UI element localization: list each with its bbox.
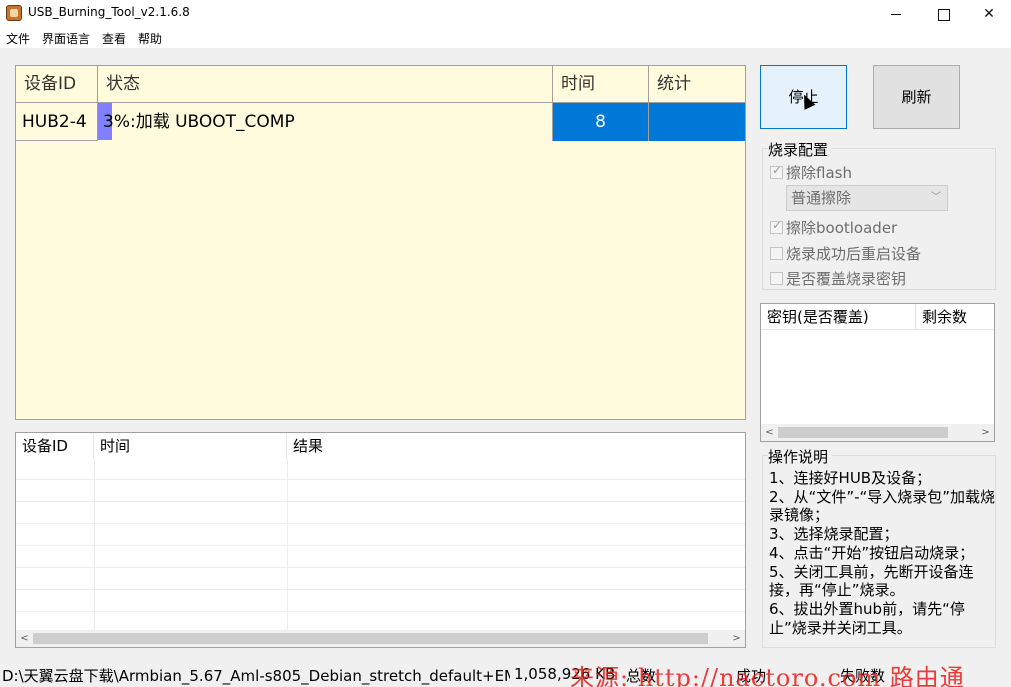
scroll-right-icon[interactable]: > [977,424,994,441]
col-time[interactable]: 时间 [553,66,649,103]
grid-line [16,501,745,502]
status-cell: 3%:加载 UBOOT_COMP [98,103,553,141]
watermark: 来源: http://nactoro.com 路由通 [570,664,965,687]
burn-config-title: 烧录配置 [768,139,833,160]
grid-line [16,589,745,590]
scroll-thumb[interactable] [33,633,708,644]
refresh-button[interactable]: 刷新 [873,65,960,129]
stop-button[interactable]: 停止 [760,65,847,129]
grid-header: 设备ID 状态 时间 统计 [16,66,745,103]
chevron-down-icon: ﹀ [931,192,941,203]
erase-bootloader-label: 擦除bootloader [786,219,898,237]
device-id-cell: HUB2-4 [16,103,98,141]
checkbox-icon [770,218,783,234]
checkbox-icon [770,163,783,179]
instruction-line: 3、选择烧录配置； [769,525,899,544]
scroll-left-icon[interactable]: < [16,630,33,647]
table-row[interactable]: HUB2-4 3%:加载 UBOOT_COMP 8 [16,103,745,141]
grid-line [16,479,745,480]
instruction-line: 5、关闭工具前，先断开设备连接，再“停止”烧录。 [769,562,974,600]
reboot-after-checkbox[interactable]: 烧录成功后重启设备 [770,243,921,264]
reboot-after-label: 烧录成功后重启设备 [786,245,922,263]
device-status-grid[interactable]: 设备ID 状态 时间 统计 HUB2-4 3%:加载 UBOOT_COMP 8 [15,65,746,420]
menu-bar: 文件 界面语言 查看 帮助 [0,28,1011,48]
minimize-button[interactable] [873,0,919,28]
app-icon [6,5,22,21]
overwrite-key-label: 是否覆盖烧录密钥 [786,270,907,288]
col-key[interactable]: 密钥(是否覆盖) [761,304,916,330]
close-button[interactable]: ✕ [966,0,1011,28]
stat-cell [649,103,745,141]
time-cell: 8 [553,103,649,141]
instructions-title: 操作说明 [768,446,833,467]
results-grid[interactable]: 设备ID 时间 结果 < > [15,432,746,648]
key-list[interactable]: 密钥(是否覆盖) 剩余数 < > [760,303,995,442]
menu-language[interactable]: 界面语言 [42,30,90,47]
col-remaining[interactable]: 剩余数 [916,304,994,330]
menu-help[interactable]: 帮助 [138,30,162,47]
title-bar: USB_Burning_Tool_v2.1.6.8 ✕ [0,0,1011,28]
col-result-device-id[interactable]: 设备ID [16,433,94,459]
grid-line [16,523,745,524]
horizontal-scrollbar[interactable]: < > [16,630,745,647]
grid-line [16,567,745,568]
grid-line [16,545,745,546]
col-result-time[interactable]: 时间 [94,433,287,459]
col-status[interactable]: 状态 [98,66,553,103]
status-text: 3%:加载 UBOOT_COMP [103,112,295,132]
instruction-line: 2、从“文件”-“导入烧录包”加载烧录镜像； [769,487,996,525]
app-window: USB_Burning_Tool_v2.1.6.8 ✕ 文件 界面语言 查看 帮… [0,0,1011,687]
menu-view[interactable]: 查看 [102,30,126,47]
col-result[interactable]: 结果 [287,433,745,459]
instruction-line: 1、连接好HUB及设备； [769,469,932,487]
scroll-left-icon[interactable]: < [761,424,778,441]
scroll-right-icon[interactable]: > [728,630,745,647]
erase-mode-value: 普通擦除 [791,189,852,207]
menu-file[interactable]: 文件 [6,30,30,47]
instruction-line: 6、拔出外置hub前，请先“停止”烧录并关闭工具。 [769,599,965,637]
erase-bootloader-checkbox[interactable]: 擦除bootloader [770,217,897,238]
instruction-line: 4、点击“开始”按钮启动烧录； [769,543,975,562]
horizontal-scrollbar[interactable]: < > [761,424,994,441]
erase-flash-label: 擦除flash [786,164,852,182]
col-device-id[interactable]: 设备ID [16,66,98,103]
image-path: D:\天翼云盘下载\Armbian_5.67_Aml-s805_Debian_s… [2,667,510,685]
checkbox-icon [770,247,783,260]
erase-mode-select[interactable]: 普通擦除 ﹀ [786,185,948,211]
grid-line [16,611,745,612]
erase-flash-checkbox[interactable]: 擦除flash [770,162,852,183]
maximize-button[interactable] [920,0,966,28]
checkbox-icon [770,272,783,285]
overwrite-key-checkbox[interactable]: 是否覆盖烧录密钥 [770,268,906,289]
instructions-text: 1、连接好HUB及设备； 2、从“文件”-“导入烧录包”加载烧录镜像； 3、选择… [769,469,997,637]
col-stat[interactable]: 统计 [649,66,745,103]
scroll-thumb[interactable] [778,427,948,438]
window-title: USB_Burning_Tool_v2.1.6.8 [28,5,190,19]
